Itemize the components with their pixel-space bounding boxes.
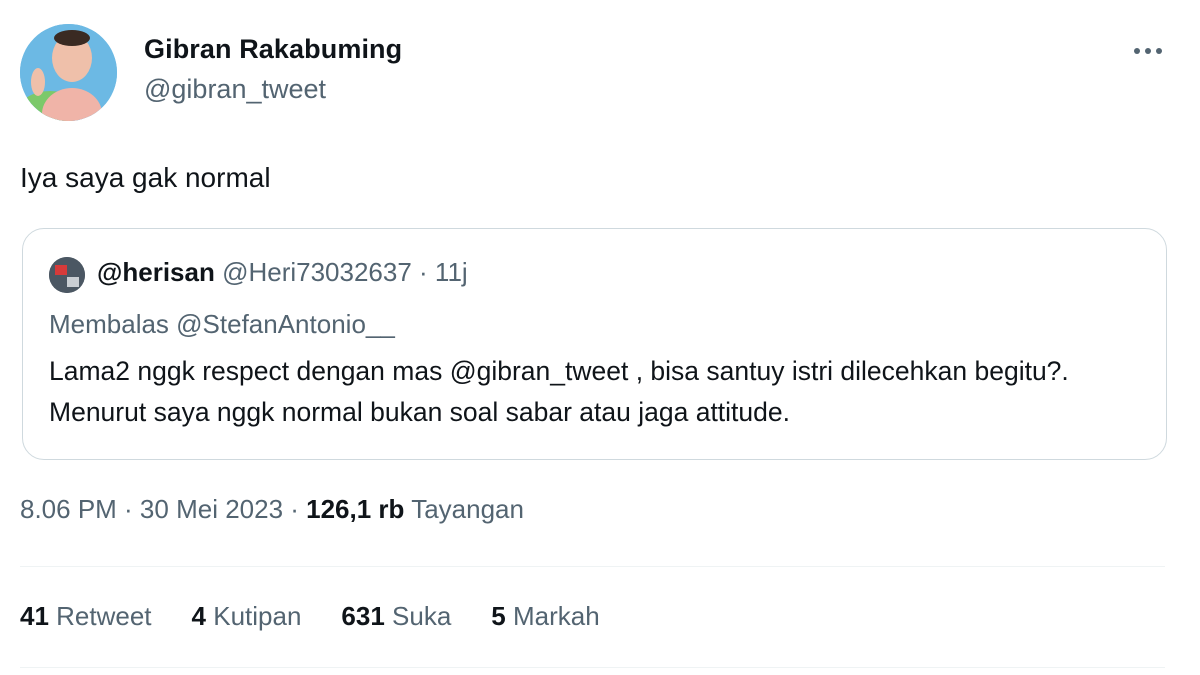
more-dot (1156, 48, 1162, 54)
stat-label: Retweet (48, 601, 152, 631)
quoted-body-text: Lama2 nggk respect dengan mas @gibran_tw… (49, 356, 1069, 427)
quoted-author-name[interactable]: @herisan (97, 257, 215, 287)
divider (20, 667, 1165, 668)
views-label: Tayangan (404, 494, 524, 524)
author-handle[interactable]: @gibran_tweet (144, 74, 326, 105)
stat-count: 41 (20, 601, 49, 631)
quoted-author-meta: @Heri73032637 · 11j (214, 257, 468, 287)
timestamp-row: 8.06 PM · 30 Mei 2023 · 126,1 rb Tayanga… (20, 494, 524, 525)
author-display-name[interactable]: Gibran Rakabuming (144, 34, 402, 65)
author-avatar[interactable] (20, 24, 117, 121)
quoted-tweet[interactable]: @herisan @Heri73032637 · 11j Membalas @S… (22, 228, 1167, 460)
more-dot (1145, 48, 1151, 54)
avatar-image (20, 24, 117, 121)
quoted-author-avatar[interactable] (49, 257, 85, 293)
more-options-icon[interactable] (1128, 38, 1168, 62)
stat-label: Suka (384, 601, 452, 631)
timestamp[interactable]: 8.06 PM · 30 Mei 2023 · (20, 494, 306, 524)
engagement-stats: 41 Retweet 4 Kutipan 631 Suka 5 Markah (20, 601, 640, 632)
quoted-reply-to: Membalas @StefanAntonio__ (49, 309, 395, 339)
stat-likes[interactable]: 631 Suka (341, 601, 451, 632)
stat-quotes[interactable]: 4 Kutipan (192, 601, 302, 632)
tweet-card: Gibran Rakabuming @gibran_tweet Iya saya… (0, 0, 1200, 675)
quoted-avatar-image (49, 257, 85, 293)
stat-bookmarks[interactable]: 5 Markah (491, 601, 599, 632)
stat-count: 631 (341, 601, 385, 631)
views-count: 126,1 rb (306, 494, 405, 524)
stat-count: 4 (191, 601, 206, 631)
stat-label: Markah (505, 601, 600, 631)
stat-retweets[interactable]: 41 Retweet (20, 601, 152, 632)
divider (20, 566, 1165, 567)
tweet-text: Iya saya gak normal (20, 162, 271, 193)
stat-count: 5 (491, 601, 506, 631)
quoted-header: @herisan @Heri73032637 · 11j (97, 257, 468, 288)
more-dot (1134, 48, 1140, 54)
stat-label: Kutipan (206, 601, 302, 631)
